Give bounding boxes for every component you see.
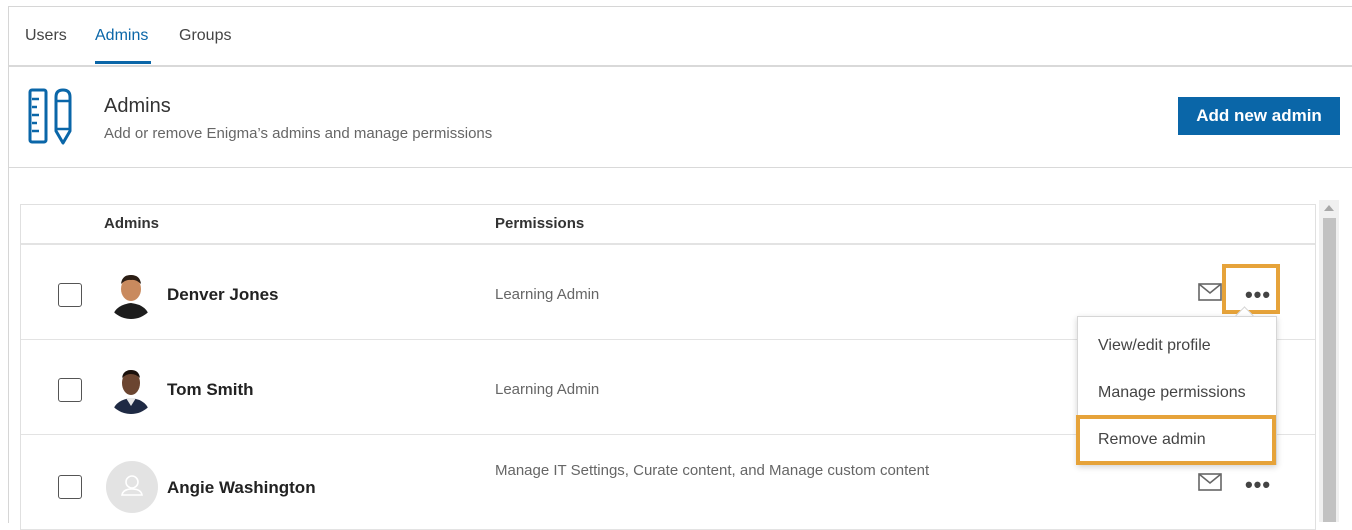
mail-icon[interactable] [1198,283,1222,306]
row-checkbox[interactable] [58,378,82,402]
tab-groups[interactable]: Groups [179,27,231,45]
remove-admin-highlight [1076,415,1276,465]
scrollbar-thumb[interactable] [1323,218,1336,522]
admin-permission: Manage IT Settings, Curate content, and … [495,462,930,479]
table-header: Admins Permissions [21,205,1315,245]
admin-name: Angie Washington [167,478,316,497]
menu-item-manage-permissions[interactable]: Manage permissions [1098,384,1246,402]
avatar [106,364,156,414]
admin-permission: Learning Admin [495,381,600,398]
column-header-admins: Admins [104,215,160,232]
page-subtitle: Add or remove Enigma’s admins and manage… [104,125,493,142]
admin-name: Denver Jones [167,285,279,304]
admin-name: Tom Smith [167,380,254,399]
avatar [106,269,156,319]
page-header: Admins Add or remove Enigma’s admins and… [9,67,1352,168]
row-checkbox[interactable] [58,475,82,499]
page-title: Admins [104,95,171,117]
menu-item-view-edit-profile[interactable]: View/edit profile [1098,337,1211,355]
mail-icon[interactable] [1198,473,1222,496]
ruler-pencil-icon [27,87,77,152]
tab-admins[interactable]: Admins [95,27,148,45]
avatar [106,461,158,513]
column-header-permissions: Permissions [495,215,585,232]
add-new-admin-button[interactable]: Add new admin [1178,97,1340,135]
admin-permission: Learning Admin [495,286,600,303]
tab-bar: Users Admins Groups [9,7,1352,67]
user-placeholder-icon [121,475,143,496]
active-tab-indicator [95,61,151,64]
row-checkbox[interactable] [58,283,82,307]
more-options-icon[interactable]: ••• [1236,474,1280,503]
tab-users[interactable]: Users [25,27,67,45]
scroll-up-arrow-icon[interactable] [1324,205,1334,211]
more-options-highlight [1222,264,1280,314]
